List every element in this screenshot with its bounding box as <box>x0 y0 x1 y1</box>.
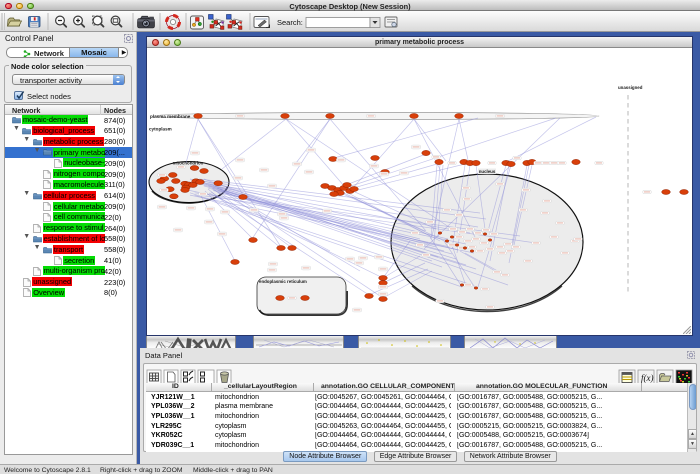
svg-text:unassigned: unassigned <box>618 85 643 90</box>
svg-text:Search:: Search: <box>277 18 303 27</box>
svg-text:f(x): f(x) <box>641 373 654 383</box>
svg-text:plasma membrane: plasma membrane <box>150 114 191 119</box>
svg-text:endoplasmic reticulum: endoplasmic reticulum <box>259 279 307 284</box>
svg-text:cytoplasm: cytoplasm <box>149 127 172 132</box>
svg-text:mitochondrion: mitochondrion <box>173 161 204 166</box>
svg-text:nucleus: nucleus <box>479 169 496 174</box>
